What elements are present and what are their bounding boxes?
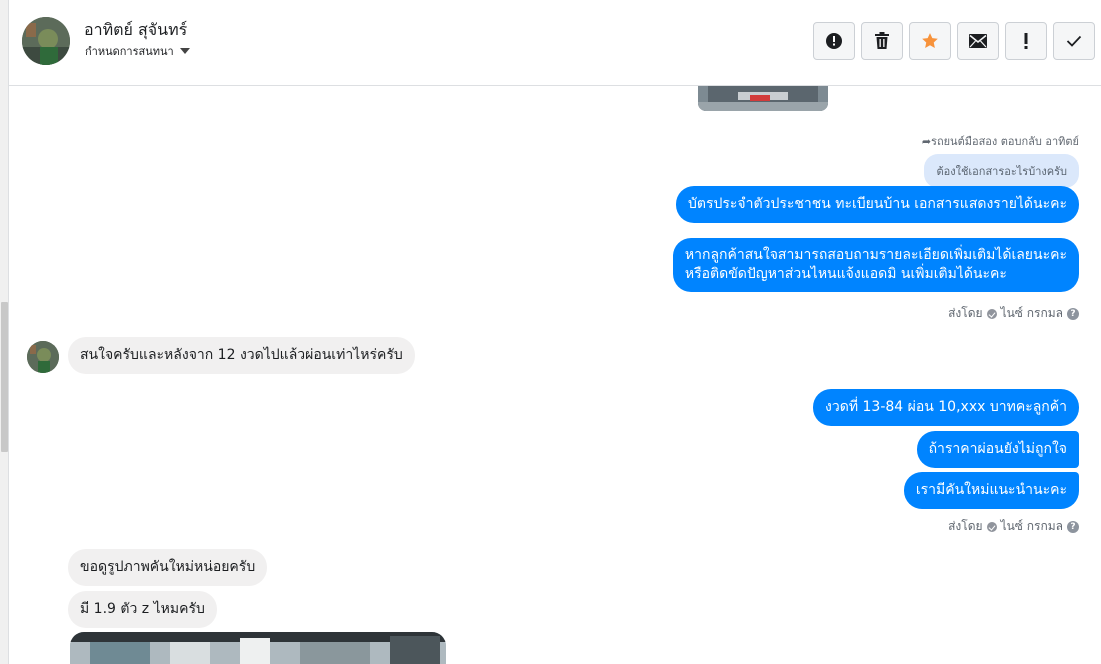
star-icon: [922, 33, 938, 48]
incoming-message[interactable]: ขอดูรูปภาพคันใหม่หน่อยครับ: [68, 549, 268, 586]
sent-by-note: ส่งโดย ไนซ์ กรกมล ?: [948, 304, 1079, 323]
check-badge-icon: [986, 521, 997, 532]
outgoing-message[interactable]: หากลูกค้าสนใจสามารถสอบถามรายละเอียดเพิ่ม…: [672, 238, 1079, 292]
trash-icon: [875, 32, 889, 49]
message-line: หรือติดขัดปัญหาส่วนไหนแจ้งแอดมิ นเพิ่มเต…: [684, 266, 1007, 282]
car-photo-attachment[interactable]: [70, 632, 446, 664]
help-icon[interactable]: ?: [1067, 520, 1079, 533]
sent-by-note: ส่งโดย ไนซ์ กรกมล ?: [948, 517, 1079, 536]
check-badge-icon: [986, 308, 997, 319]
contact-name[interactable]: อาทิตย์ สุจันทร์: [84, 18, 187, 43]
star-button[interactable]: [909, 22, 951, 60]
incoming-message[interactable]: สนใจครับและหลังจาก 12 งวดไปแล้วผ่อนเท่าไ…: [68, 337, 415, 374]
spam-button[interactable]: [1005, 22, 1047, 60]
help-icon[interactable]: ?: [1067, 307, 1079, 320]
outgoing-message[interactable]: เรามีคันใหม่แนะนำนะคะ: [903, 472, 1079, 509]
message-line: หากลูกค้าสนใจสามารถสอบถามรายละเอียดเพิ่ม…: [684, 247, 1067, 263]
alert-circle-icon: [826, 33, 842, 49]
scrollbar-thumb[interactable]: [1, 302, 8, 452]
chat-settings-label: กำหนดการสนทนา: [85, 45, 174, 58]
envelope-icon: [969, 34, 987, 48]
exclamation-icon: [1024, 33, 1028, 49]
scroll-gutter: [0, 0, 9, 664]
chat-settings-dropdown[interactable]: กำหนดการสนทนา: [85, 42, 190, 60]
outgoing-message[interactable]: งวดที่ 13-84 ผ่อน 10,xxx บาทคะลูกค้า: [813, 389, 1079, 426]
reply-arrow-icon: ➦: [921, 135, 932, 148]
header-actions: [813, 22, 1095, 60]
delete-button[interactable]: [861, 22, 903, 60]
conversation-header: อาทิตย์ สุจันทร์ กำหนดการสนทนา: [9, 0, 1101, 86]
contact-avatar-small[interactable]: [27, 341, 59, 373]
report-button[interactable]: [813, 22, 855, 60]
outgoing-message[interactable]: บัตรประจำตัวประชาชน ทะเบียนบ้าน เอกสารแส…: [676, 186, 1079, 223]
quoted-message[interactable]: ต้องใช้เอกสารอะไรบ้างครับ: [924, 154, 1079, 188]
incoming-message[interactable]: มี 1.9 ตัว z ไหมครับ: [68, 591, 217, 628]
car-photo-thumbnail[interactable]: [698, 86, 828, 111]
checkmark-icon: [1066, 35, 1082, 47]
reply-context-note: ➦รถยนต์มือสอง ตอบกลับ อาทิตย์: [921, 135, 1079, 148]
mark-unread-button[interactable]: [957, 22, 999, 60]
outgoing-message[interactable]: ถ้าราคาผ่อนยังไม่ถูกใจ: [916, 431, 1079, 468]
contact-avatar[interactable]: [22, 17, 70, 65]
caret-down-icon: [179, 48, 190, 54]
mark-done-button[interactable]: [1053, 22, 1095, 60]
